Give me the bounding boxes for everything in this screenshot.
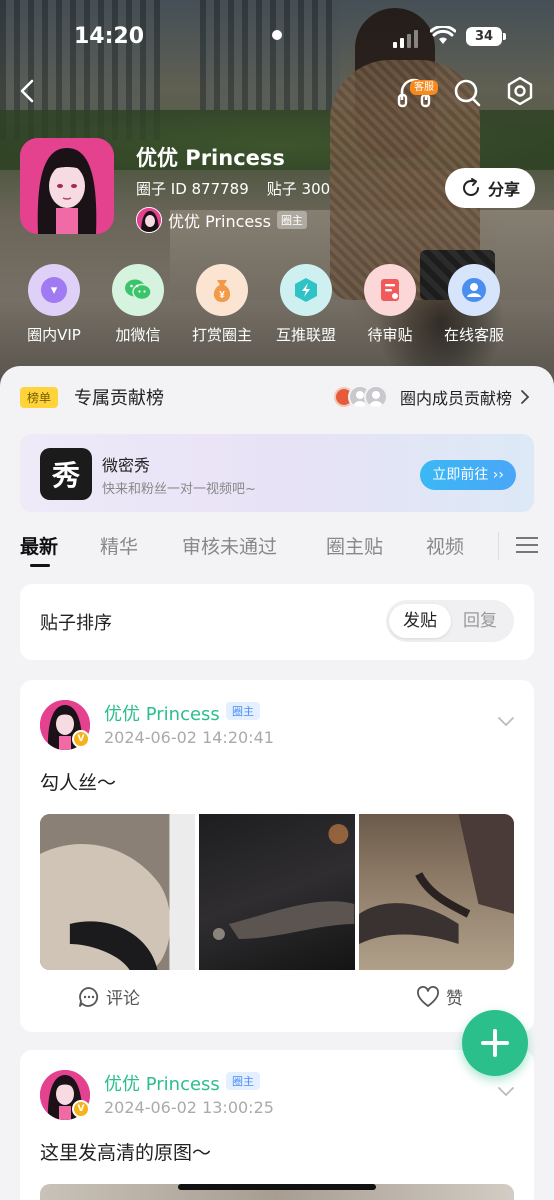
share-button[interactable]: 分享 [445, 168, 535, 208]
post-photo[interactable] [40, 814, 196, 970]
signal-icon [393, 30, 418, 48]
post-card[interactable]: V 优优 Princess 圈主 2024-06-02 13:00:25 这里发… [20, 1050, 534, 1200]
ranking-link: 圈内成员贡献榜 [399, 389, 512, 408]
promo-title: 微密秀 [102, 456, 151, 475]
chevron-down-icon[interactable] [496, 714, 516, 728]
comment-icon [79, 986, 99, 1007]
action-label: 互推联盟 [275, 326, 336, 344]
battery-icon: 34 [466, 27, 506, 46]
verified-icon: V [72, 730, 90, 748]
sort-card: 贴子排序 发贴 回复 [20, 584, 534, 660]
menu-icon[interactable] [516, 536, 538, 554]
post-author-tag: 圈主 [226, 702, 260, 720]
search-icon[interactable] [450, 74, 484, 110]
post-author-tag: 圈主 [226, 1072, 260, 1090]
ranking-title: 专属贡献榜 [74, 388, 165, 409]
circle-meta: 圈子 ID 877789 贴子 300 [136, 178, 330, 199]
heart-icon [417, 985, 439, 1007]
tab-featured[interactable]: 精华 [100, 532, 138, 559]
review-icon [381, 279, 399, 301]
alliance-icon [295, 278, 317, 302]
circle-name: 优优 Princess [136, 146, 285, 170]
post-photo[interactable] [358, 814, 514, 970]
share-label: 分享 [487, 180, 520, 199]
sort-label: 贴子排序 [40, 613, 112, 634]
post-time: 2024-06-02 13:00:25 [104, 1098, 274, 1117]
owner-tag: 圈主 [276, 211, 307, 229]
promo-subtitle: 快来和粉丝一对一视频吧~ [102, 482, 256, 497]
comment-label: 评论 [106, 989, 140, 1009]
action-support[interactable]: 在线客服 [432, 264, 516, 345]
plus-icon [481, 1029, 509, 1057]
like-label: 赞 [446, 989, 463, 1009]
reward-icon: ¥ [213, 280, 231, 302]
wechat-icon [125, 279, 152, 301]
tab-rejected[interactable]: 审核未通过 [182, 532, 277, 559]
promo-logo: 秀 [40, 448, 92, 500]
action-alliance[interactable]: 互推联盟 [264, 264, 348, 345]
post-photos [40, 814, 514, 970]
circle-id: 圈子 ID 877789 [136, 180, 249, 198]
main-sheet: 榜单 专属贡献榜 圈内成员贡献榜 秀 微密秀 快来和粉丝一对一视频吧~ 立即前往… [0, 366, 554, 1200]
wifi-icon [430, 26, 456, 44]
promo-banner[interactable]: 秀 微密秀 快来和粉丝一对一视频吧~ 立即前往 ›› [20, 434, 534, 512]
circle-avatar[interactable] [20, 138, 114, 234]
post-count: 贴子 300 [266, 180, 331, 198]
action-label: 在线客服 [443, 326, 504, 344]
post-text: 这里发高清的原图～ [40, 1142, 212, 1164]
support-icon [462, 278, 486, 302]
contributor-avatar [363, 385, 388, 409]
share-icon [462, 178, 479, 196]
action-review[interactable]: 待审贴 [348, 264, 432, 345]
promo-go-button[interactable]: 立即前往 ›› [420, 460, 516, 490]
post-card[interactable]: V 优优 Princess 圈主 2024-06-02 14:20:41 勾人丝… [20, 680, 534, 1032]
comment-button[interactable]: 评论 [78, 984, 140, 1009]
sort-by-post[interactable]: 发贴 [389, 604, 451, 638]
post-photo[interactable] [199, 814, 355, 970]
camera-dot [272, 30, 282, 40]
home-indicator [178, 1184, 376, 1190]
settings-icon[interactable] [503, 74, 537, 110]
action-vip[interactable]: ▾ 圈内VIP [12, 264, 96, 345]
owner-row[interactable]: 优优 Princess 圈主 [136, 207, 307, 233]
post-text: 勾人丝～ [40, 772, 117, 794]
chevron-right-icon [521, 390, 530, 404]
action-label: 待审贴 [367, 326, 413, 344]
support-badge: 客服 [410, 80, 438, 95]
tab-indicator [30, 564, 50, 567]
action-label: 打赏圈主 [191, 326, 252, 344]
quick-actions: ▾ 圈内VIP 加微信 ¥ 打赏圈主 互推联盟 待审贴 在线客服 [0, 264, 554, 354]
create-post-button[interactable] [462, 1010, 528, 1076]
owner-avatar [136, 207, 162, 233]
sort-toggle: 发贴 回复 [386, 600, 514, 642]
ranking-row[interactable]: 榜单 专属贡献榜 圈内成员贡献榜 [20, 384, 534, 410]
sort-by-reply[interactable]: 回复 [449, 604, 511, 638]
vip-icon: ▾ [41, 277, 67, 303]
like-button[interactable]: 赞 [416, 984, 463, 1009]
action-wechat[interactable]: 加微信 [96, 264, 180, 345]
status-time: 14:20 [74, 24, 145, 49]
post-author[interactable]: 优优 Princess [104, 1070, 220, 1096]
back-icon[interactable] [14, 76, 42, 106]
owner-name: 优优 Princess [168, 212, 271, 231]
post-tabs: 最新 精华 审核未通过 圈主贴 视频 [0, 526, 554, 570]
tab-latest[interactable]: 最新 [20, 532, 58, 559]
post-actions: 评论 赞 [20, 984, 534, 1014]
chevron-down-icon[interactable] [496, 1084, 516, 1098]
action-label: 加微信 [115, 326, 161, 344]
action-reward[interactable]: ¥ 打赏圈主 [180, 264, 264, 345]
contributor-avatars [331, 385, 388, 409]
status-bar: 14:20 34 [0, 0, 554, 70]
svg-text:¥: ¥ [219, 290, 225, 301]
post-author[interactable]: 优优 Princess [104, 700, 220, 726]
tab-divider [498, 532, 499, 560]
action-label: 圈内VIP [27, 326, 81, 344]
ranking-badge: 榜单 [20, 386, 59, 408]
tab-owner-posts[interactable]: 圈主贴 [326, 532, 383, 559]
post-time: 2024-06-02 14:20:41 [104, 728, 274, 747]
tab-videos[interactable]: 视频 [426, 532, 464, 559]
verified-icon: V [72, 1100, 90, 1118]
